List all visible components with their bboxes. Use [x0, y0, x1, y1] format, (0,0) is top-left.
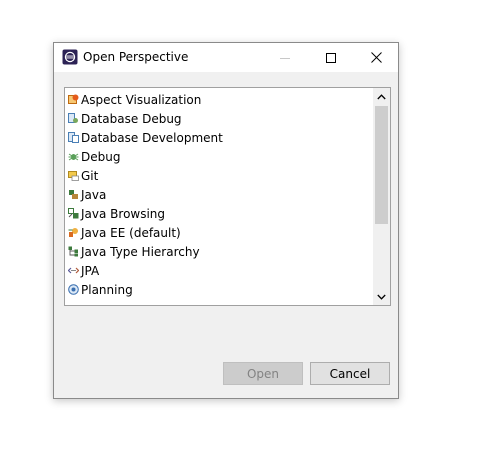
- dialog-title: Open Perspective: [83, 50, 189, 64]
- scroll-up-button[interactable]: [373, 88, 390, 105]
- jpa-icon: [68, 267, 79, 274]
- database-debug-icon: [68, 113, 78, 123]
- open-button[interactable]: Open: [223, 362, 303, 385]
- list-item-java[interactable]: Java: [68, 185, 368, 204]
- list-item-label: Aspect Visualization: [81, 92, 202, 107]
- debug-bug-icon: [68, 153, 79, 161]
- list-item-database-development[interactable]: Database Development: [68, 128, 368, 147]
- list-item-label: Java EE (default): [81, 225, 181, 240]
- open-perspective-dialog: Open Perspective Aspect Visualization Da…: [53, 42, 399, 399]
- git-icon: [68, 171, 79, 181]
- perspective-list[interactable]: Aspect Visualization Database Debug Data…: [64, 87, 391, 306]
- list-item-debug[interactable]: Debug: [68, 147, 368, 166]
- title-bar[interactable]: Open Perspective: [54, 43, 398, 72]
- list-item-label: Java Browsing: [81, 206, 166, 221]
- list-item-database-debug[interactable]: Database Debug: [68, 109, 368, 128]
- java-ee-icon: [68, 228, 78, 237]
- list-item-label: JPA: [81, 263, 100, 278]
- list-item-java-browsing[interactable]: Java Browsing: [68, 204, 368, 223]
- minimize-icon: [280, 57, 290, 59]
- close-button[interactable]: [353, 43, 399, 72]
- list-item-planning[interactable]: Planning: [68, 280, 368, 299]
- list-item-git[interactable]: Git: [68, 166, 368, 185]
- list-item-label: Database Debug: [81, 111, 182, 126]
- list-item-java-ee-default[interactable]: Java EE (default): [68, 223, 368, 242]
- list-item-label: Java Type Hierarchy: [81, 244, 200, 259]
- vertical-scrollbar[interactable]: [373, 88, 390, 305]
- list-item-label: Planning: [81, 282, 133, 297]
- list-item-label: Git: [81, 168, 99, 183]
- list-item-label: Debug: [81, 149, 121, 164]
- type-hierarchy-icon: [68, 246, 78, 257]
- chevron-down-icon: [377, 294, 386, 300]
- cancel-button[interactable]: Cancel: [310, 362, 390, 385]
- eclipse-icon: [62, 49, 78, 65]
- list-item-aspect-visualization[interactable]: Aspect Visualization: [68, 90, 368, 109]
- chevron-up-icon: [377, 93, 386, 99]
- list-item-java-type-hierarchy[interactable]: Java Type Hierarchy: [68, 242, 368, 261]
- database-development-icon: [68, 132, 79, 143]
- planning-icon: [68, 284, 79, 295]
- java-icon: [69, 190, 78, 199]
- scroll-thumb[interactable]: [375, 106, 388, 224]
- close-icon: [370, 52, 382, 63]
- list-item-label: Database Development: [81, 130, 223, 145]
- maximize-icon: [326, 52, 336, 63]
- minimize-button[interactable]: [262, 43, 308, 72]
- list-item-jpa[interactable]: JPA: [68, 261, 368, 280]
- list-item-label: Java: [81, 187, 107, 202]
- scroll-down-button[interactable]: [373, 288, 390, 305]
- maximize-button[interactable]: [308, 43, 354, 72]
- java-browsing-icon: [68, 208, 79, 219]
- aspect-visualization-icon: [68, 94, 79, 104]
